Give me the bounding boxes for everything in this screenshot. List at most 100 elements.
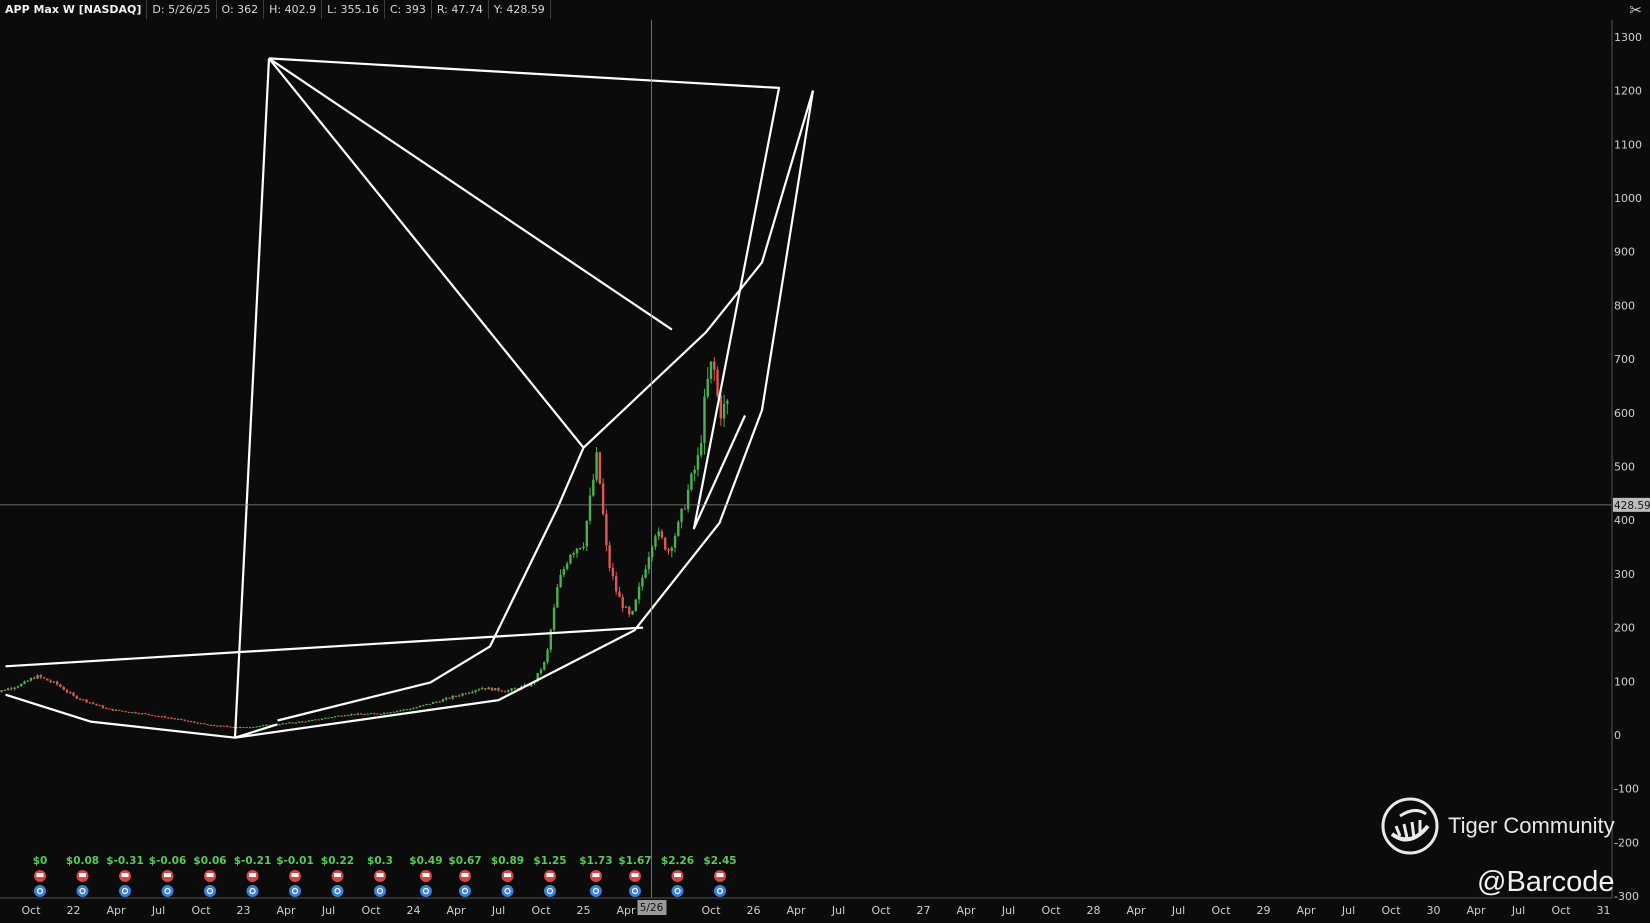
earnings-marker-glyph [206,873,214,877]
x-tick-label: Oct [1381,904,1401,917]
y-tick-label: 1000 [1614,192,1642,205]
dividend-marker-icon [589,885,602,897]
candle-body [363,714,366,716]
candle-body [382,712,386,714]
candle-body [562,569,566,575]
y-tick-label: -200 [1614,836,1639,849]
dividend-marker-icon [204,885,216,897]
candle-body [314,719,317,721]
candle-body [108,708,111,710]
price-axis[interactable]: 1300120011001000900800700600500400300200… [1611,20,1642,903]
trendline [234,90,815,739]
candle-body [657,531,660,537]
candle-body [180,719,183,721]
candle-body [248,727,252,729]
candle-body [605,514,608,546]
x-tick-label: Apr [956,904,976,917]
dividend-marker-icon [289,885,301,897]
candle-body [441,699,445,702]
trendline-drawings[interactable] [5,57,815,739]
x-tick-label: Apr [786,904,806,917]
dividend-marker-icon [246,885,259,897]
candle-body [219,725,222,727]
eps-value: $0 [33,855,48,867]
candle-body [111,708,114,711]
x-tick-label: Oct [1041,904,1061,917]
y-tick-label: 0 [1614,729,1621,742]
time-axis[interactable]: Oct 22 Apr Jul Oct 23 Apr Jul Oct 24 Apr Jul Oct 25 Ap… [0,897,1612,917]
candle-body [297,721,301,723]
x-tick-label: Apr [1466,904,1486,917]
x-tick-label: Jul [1001,904,1015,917]
candle-body [127,711,131,713]
candle-body [173,718,177,720]
candle-body [680,508,683,522]
candle-body [26,680,29,682]
candle-body [543,661,546,670]
candle-body [425,703,428,705]
candle-body [160,716,163,718]
candle-body [23,681,26,684]
dividend-marker-icon [374,885,386,897]
candle-body [592,479,595,496]
candle-body [69,692,72,694]
x-tick-label: 23 [237,904,251,917]
candle-body [229,726,232,728]
candle-body [546,649,549,662]
candle-body [353,714,356,716]
symbol-label[interactable]: APP Max W [NASDAQ] [0,0,148,19]
candle-body [288,722,291,724]
candle-body [461,693,464,696]
candle-body [539,669,543,674]
candle-body [647,557,651,570]
candle-body [402,709,405,711]
candle-body [242,727,245,729]
candle-body [317,719,320,721]
candle-body [601,483,605,515]
candle-body [114,709,118,711]
candle-body [709,361,713,379]
candle-body [176,718,180,720]
earnings-marker-glyph [164,873,171,877]
eps-value: $1.73 [579,855,612,867]
candle-body [500,690,503,692]
earnings-marker-glyph [422,873,430,877]
candle-body [350,714,353,716]
earnings-marker-glyph [716,873,724,877]
candle-body [454,695,458,697]
x-tick-label: Oct [1551,904,1571,917]
candle-body [494,688,497,691]
earnings-marker-glyph [291,873,299,877]
candle-body [614,576,618,592]
candle-body [6,688,10,691]
x-tick-label: Oct [1211,904,1231,917]
candle-body [307,720,311,722]
candle-body [569,554,572,564]
candle-body [510,688,513,691]
candle-body [91,702,95,704]
candle-body [88,702,92,704]
candle-body [588,495,592,521]
candle-body [65,689,69,693]
dividend-marker-icon [76,885,89,897]
earnings-marker-glyph [461,873,469,877]
candle-body [438,701,441,703]
price-chart[interactable]: 428.595/26 13001200110010009008007006005… [0,0,1650,923]
candle-body [628,606,631,615]
candle-body [59,684,62,687]
candle-body [389,712,392,714]
candle-body [487,687,490,690]
candle-body [386,712,389,714]
low-readout: L: 355.16 [322,0,385,19]
candle-body [618,591,621,598]
eps-value: $-0.01 [276,855,314,867]
candle-body [598,452,602,484]
candle-body [203,723,206,725]
trendline [268,57,673,331]
y-tick-label: 500 [1614,461,1635,474]
candle-body [552,607,556,630]
dividend-marker-icon [119,885,131,897]
candle-body [82,699,85,701]
earnings-marker-glyph [376,873,384,877]
crossed-tools-icon[interactable]: ✂ [1629,1,1642,19]
